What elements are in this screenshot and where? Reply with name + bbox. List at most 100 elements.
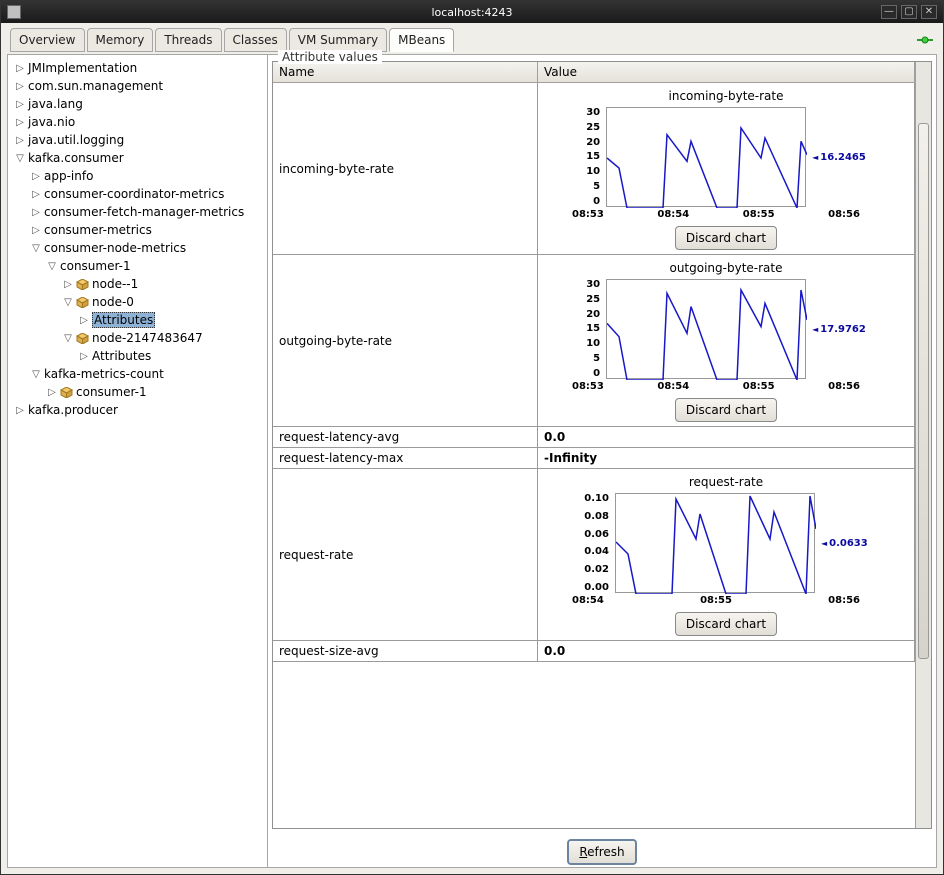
table-row: request-size-avg0.0	[273, 641, 915, 662]
tree-label[interactable]: Attributes	[92, 312, 155, 328]
expand-closed-icon[interactable]: ▷	[14, 404, 26, 416]
refresh-button[interactable]: Refresh	[567, 839, 636, 865]
expand-closed-icon[interactable]: ▷	[30, 188, 42, 200]
tree-node[interactable]: ▽kafka.consumer	[8, 149, 267, 167]
tree-label[interactable]: com.sun.management	[28, 79, 163, 93]
expand-open-icon[interactable]: ▽	[30, 242, 42, 254]
tree-label[interactable]: consumer-1	[60, 259, 131, 273]
tab-vm-summary[interactable]: VM Summary	[289, 28, 387, 52]
expand-closed-icon[interactable]: ▷	[78, 350, 90, 362]
discard-chart-button[interactable]: Discard chart	[675, 226, 777, 250]
tree-node[interactable]: ▷consumer-fetch-manager-metrics	[8, 203, 267, 221]
attr-name-cell[interactable]: request-rate	[273, 469, 538, 640]
tree-label[interactable]: java.nio	[28, 115, 75, 129]
tree-node[interactable]: ▷Attributes	[8, 347, 267, 365]
tree-label[interactable]: kafka.consumer	[28, 151, 124, 165]
close-button[interactable]: ✕	[921, 5, 937, 19]
header-name[interactable]: Name	[273, 62, 538, 82]
expand-closed-icon[interactable]: ▷	[14, 116, 26, 128]
tree-node[interactable]: ▷consumer-metrics	[8, 221, 267, 239]
attr-value-cell[interactable]: request-rate0.100.080.060.040.020.000.06…	[538, 469, 915, 640]
discard-chart-button[interactable]: Discard chart	[675, 612, 777, 636]
panel-legend: Attribute values	[278, 50, 382, 64]
expand-closed-icon[interactable]: ▷	[14, 62, 26, 74]
tree-label[interactable]: Attributes	[92, 349, 151, 363]
tab-mbeans[interactable]: MBeans	[389, 28, 454, 52]
tree-label[interactable]: kafka.producer	[28, 403, 118, 417]
tree-label[interactable]: node-0	[92, 295, 134, 309]
tree-label[interactable]: node-2147483647	[92, 331, 203, 345]
expand-open-icon[interactable]: ▽	[30, 368, 42, 380]
expand-closed-icon[interactable]: ▷	[14, 98, 26, 110]
attr-name-cell[interactable]: outgoing-byte-rate	[273, 255, 538, 426]
expand-closed-icon[interactable]: ▷	[30, 224, 42, 236]
refresh-label: Refresh	[579, 845, 624, 859]
expand-closed-icon[interactable]: ▷	[62, 278, 74, 290]
tree-label[interactable]: node--1	[92, 277, 138, 291]
attr-value-cell[interactable]: outgoing-byte-rate30252015105017.976208:…	[538, 255, 915, 426]
tree-label[interactable]: java.lang	[28, 97, 83, 111]
attr-value-cell[interactable]: -Infinity	[538, 448, 915, 468]
expand-closed-icon[interactable]: ▷	[14, 134, 26, 146]
tree-label[interactable]: consumer-metrics	[44, 223, 152, 237]
tree-node[interactable]: ▷ node--1	[8, 275, 267, 293]
attr-name-cell[interactable]: request-size-avg	[273, 641, 538, 661]
tree-label[interactable]: JMImplementation	[28, 61, 137, 75]
tree-label[interactable]: consumer-node-metrics	[44, 241, 186, 255]
tree-label[interactable]: app-info	[44, 169, 93, 183]
tree-node[interactable]: ▷ consumer-1	[8, 383, 267, 401]
tab-memory[interactable]: Memory	[87, 28, 154, 52]
tree-node[interactable]: ▷java.util.logging	[8, 131, 267, 149]
attribute-table: Name Value incoming-byte-rateincoming-by…	[272, 61, 932, 829]
attr-name-cell[interactable]: request-latency-avg	[273, 427, 538, 447]
attr-value-cell[interactable]: incoming-byte-rate30252015105016.246508:…	[538, 83, 915, 254]
tree-node[interactable]: ▷kafka.producer	[8, 401, 267, 419]
chart-plot[interactable]	[606, 279, 806, 379]
tree-node[interactable]: ▷Attributes	[8, 311, 267, 329]
expand-open-icon[interactable]: ▽	[14, 152, 26, 164]
expand-closed-icon[interactable]: ▷	[30, 206, 42, 218]
tree-node[interactable]: ▽ node-0	[8, 293, 267, 311]
vertical-scrollbar[interactable]	[915, 62, 931, 828]
tree-node[interactable]: ▽ node-2147483647	[8, 329, 267, 347]
expand-open-icon[interactable]: ▽	[62, 332, 74, 344]
tree-node[interactable]: ▷app-info	[8, 167, 267, 185]
expand-closed-icon[interactable]: ▷	[30, 170, 42, 182]
tree-label[interactable]: consumer-coordinator-metrics	[44, 187, 224, 201]
chart-plot[interactable]	[606, 107, 806, 207]
expand-closed-icon[interactable]: ▷	[46, 386, 58, 398]
tab-overview[interactable]: Overview	[10, 28, 85, 52]
tree-node[interactable]: ▽consumer-node-metrics	[8, 239, 267, 257]
discard-chart-button[interactable]: Discard chart	[675, 398, 777, 422]
expand-open-icon[interactable]: ▽	[46, 260, 58, 272]
tree-node[interactable]: ▽consumer-1	[8, 257, 267, 275]
attr-value-cell[interactable]: 0.0	[538, 427, 915, 447]
expand-closed-icon[interactable]: ▷	[78, 314, 90, 326]
tab-threads[interactable]: Threads	[155, 28, 221, 52]
tree-label[interactable]: consumer-fetch-manager-metrics	[44, 205, 244, 219]
tree-node[interactable]: ▷consumer-coordinator-metrics	[8, 185, 267, 203]
expand-open-icon[interactable]: ▽	[62, 296, 74, 308]
main-body: ▷JMImplementation▷com.sun.management▷jav…	[7, 54, 937, 868]
scrollbar-thumb[interactable]	[918, 123, 929, 659]
chart-plot[interactable]	[615, 493, 815, 593]
tree-node[interactable]: ▷java.lang	[8, 95, 267, 113]
expand-closed-icon[interactable]: ▷	[14, 80, 26, 92]
mbean-tree[interactable]: ▷JMImplementation▷com.sun.management▷jav…	[8, 55, 268, 867]
minimize-button[interactable]: —	[881, 5, 897, 19]
header-value[interactable]: Value	[538, 62, 915, 82]
tree-label[interactable]: kafka-metrics-count	[44, 367, 164, 381]
tab-classes[interactable]: Classes	[224, 28, 287, 52]
attr-value-text: 0.0	[544, 430, 908, 444]
tree-node[interactable]: ▷java.nio	[8, 113, 267, 131]
tree-label[interactable]: java.util.logging	[28, 133, 124, 147]
tree-node[interactable]: ▷JMImplementation	[8, 59, 267, 77]
tree-label[interactable]: consumer-1	[76, 385, 147, 399]
tree-node[interactable]: ▽kafka-metrics-count	[8, 365, 267, 383]
maximize-button[interactable]: ▢	[901, 5, 917, 19]
attr-value-cell[interactable]: 0.0	[538, 641, 915, 661]
titlebar[interactable]: localhost:4243 — ▢ ✕	[1, 1, 943, 23]
tree-node[interactable]: ▷com.sun.management	[8, 77, 267, 95]
attr-name-cell[interactable]: request-latency-max	[273, 448, 538, 468]
attr-name-cell[interactable]: incoming-byte-rate	[273, 83, 538, 254]
